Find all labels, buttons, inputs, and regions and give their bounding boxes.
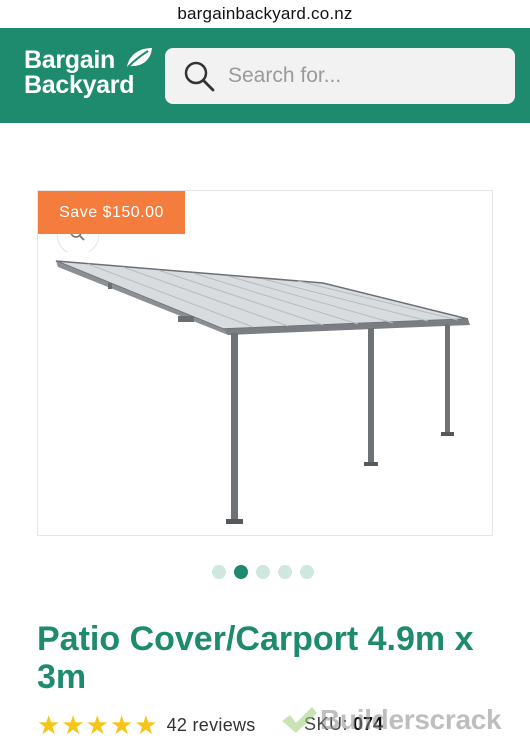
site-header: Bargain Backyard xyxy=(0,28,530,123)
gallery-dots xyxy=(212,565,314,579)
leaf-icon xyxy=(127,48,152,68)
rating-row[interactable]: ★ ★ ★ ★ ★ 42 reviews xyxy=(37,708,256,742)
star-icon: ★ xyxy=(109,710,134,740)
browser-url-bar[interactable]: bargainbackyard.co.nz xyxy=(0,0,530,28)
star-icon: ★ xyxy=(61,710,85,740)
search-box[interactable] xyxy=(165,48,515,104)
gallery-dot[interactable] xyxy=(256,565,270,579)
reviews-link[interactable]: 42 reviews xyxy=(167,715,256,736)
gallery-dot[interactable] xyxy=(300,565,314,579)
star-icon: ★ xyxy=(134,710,158,740)
star-icon: ★ xyxy=(85,710,109,740)
product-image-frame[interactable] xyxy=(37,190,493,536)
product-image[interactable] xyxy=(38,191,493,536)
url-text: bargainbackyard.co.nz xyxy=(177,4,353,23)
gallery-dot-active[interactable] xyxy=(234,565,248,579)
search-icon[interactable] xyxy=(182,59,216,93)
brand-logo[interactable]: Bargain Backyard xyxy=(24,48,154,104)
gallery-dot[interactable] xyxy=(212,565,226,579)
product-title: Patio Cover/Carport 4.9m x 3m xyxy=(37,620,474,696)
builderscrack-watermark: Builderscrack xyxy=(280,700,502,740)
star-icon: ★ xyxy=(37,710,61,740)
search-input[interactable] xyxy=(228,64,498,88)
watermark-text: Builderscrack xyxy=(320,704,502,735)
gallery-dot[interactable] xyxy=(278,565,292,579)
check-mark-icon xyxy=(282,707,317,733)
brand-line-2: Backyard xyxy=(24,71,135,99)
save-badge: Save $150.00 xyxy=(38,191,185,234)
